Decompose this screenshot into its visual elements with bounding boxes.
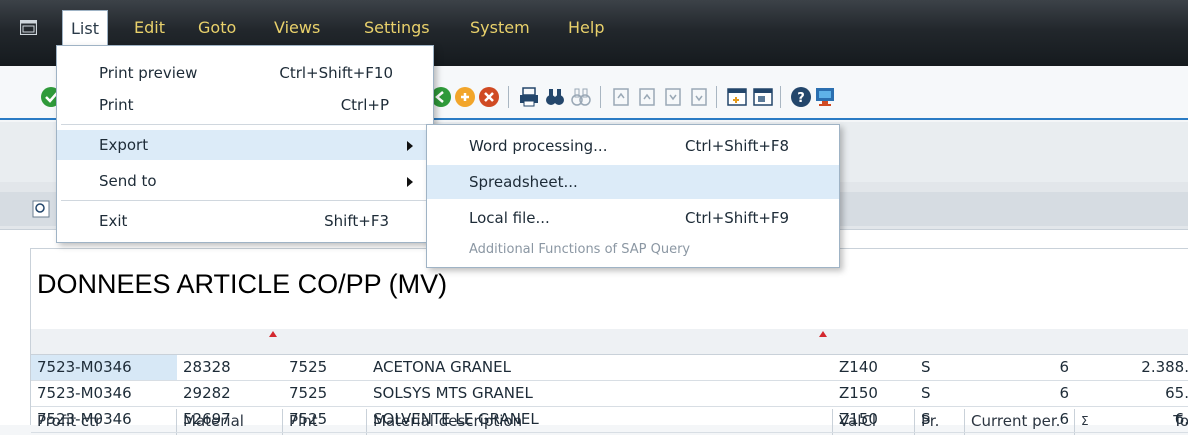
cell-total[interactable]: 65. (1095, 381, 1188, 406)
submenu-item-shortcut: Ctrl+Shift+F9 (685, 209, 790, 227)
next-page-icon[interactable] (662, 86, 684, 108)
shortcut-icon[interactable] (752, 86, 774, 108)
table-row: 7523-M0346 28328 7525 ACETONA GRANEL Z14… (31, 355, 1188, 381)
cell-total[interactable]: 2.388. (1095, 355, 1188, 380)
menu-help[interactable]: Help (560, 10, 612, 46)
menu-item-label: Exit (99, 212, 128, 230)
cell-valcl[interactable]: Z150 (833, 381, 915, 406)
submenu-item-spreadsheet[interactable]: Spreadsheet... (427, 165, 839, 199)
menu-item-print[interactable]: Print Ctrl+P (57, 90, 433, 120)
submenu-item-additional-functions: Additional Functions of SAP Query (427, 233, 839, 267)
menu-item-label: Send to (99, 172, 157, 190)
cell-valcl[interactable]: Z140 (833, 355, 915, 380)
first-page-icon[interactable] (610, 86, 632, 108)
last-page-icon[interactable] (688, 86, 710, 108)
cell-material-description[interactable]: ACETONA GRANEL (367, 355, 833, 380)
menu-item-send-to[interactable]: Send to (57, 166, 433, 196)
cell-material[interactable]: 52697 (177, 407, 283, 432)
submenu-item-label: Additional Functions of SAP Query (469, 242, 691, 257)
cell-material-description[interactable]: SOLSYS MTS GRANEL (367, 381, 833, 406)
menu-system[interactable]: System (462, 10, 538, 46)
submenu-item-label: Spreadsheet... (469, 173, 578, 191)
menu-item-shortcut: Shift+F3 (324, 212, 389, 230)
report-title: DONNEES ARTICLE CO/PP (MV) (37, 269, 448, 299)
menu-item-label: Print preview (99, 64, 198, 82)
cell-current-per[interactable]: 6 (965, 381, 1075, 406)
cell-plnt[interactable]: 7525 (283, 381, 367, 406)
previous-page-icon[interactable] (636, 86, 658, 108)
cell-current-per[interactable]: 6 (965, 355, 1075, 380)
menu-item-shortcut: Ctrl+Shift+F10 (279, 64, 393, 82)
sort-indicator (269, 331, 277, 337)
report-grid: DONNEES ARTICLE CO/PP (MV) Profit ctr Ma… (30, 248, 1188, 435)
cell-pr[interactable]: S (915, 381, 965, 406)
create-session-icon[interactable] (726, 86, 748, 108)
help-icon[interactable]: ? (790, 86, 812, 108)
cell-pr[interactable]: S (915, 355, 965, 380)
submenu-item-label: Local file... (469, 209, 550, 227)
submenu-item-local-file[interactable]: Local file... Ctrl+Shift+F9 (427, 201, 839, 235)
system-menu-icon[interactable] (20, 20, 37, 35)
menu-item-shortcut: Ctrl+P (340, 96, 389, 114)
cell-total[interactable]: 6. (1095, 407, 1188, 432)
submenu-arrow-icon (407, 141, 413, 151)
cancel-icon[interactable] (478, 86, 500, 108)
menu-settings[interactable]: Settings (356, 10, 438, 46)
print-icon[interactable] (518, 86, 540, 108)
cell-pr[interactable]: S (915, 407, 965, 432)
cell-profit-ctr[interactable]: 7523-M0346 (31, 381, 177, 406)
submenu-item-label: Word processing... (469, 137, 608, 155)
find-icon[interactable] (544, 86, 566, 108)
export-submenu: Word processing... Ctrl+Shift+F8 Spreads… (426, 124, 840, 268)
menu-list[interactable]: List (62, 10, 108, 46)
list-dropdown-menu: Print preview Ctrl+Shift+F10 Print Ctrl+… (56, 45, 434, 243)
cell-material[interactable]: 28328 (177, 355, 283, 380)
cell-material[interactable]: 29282 (177, 381, 283, 406)
menu-item-label: Print (99, 96, 134, 114)
menu-item-print-preview[interactable]: Print preview Ctrl+Shift+F10 (57, 58, 433, 88)
table-row: 7523-M0346 29282 7525 SOLSYS MTS GRANEL … (31, 381, 1188, 407)
cell-valcl[interactable]: Z150 (833, 407, 915, 432)
table-header: Profit ctr Material Plnt Material descri… (31, 329, 1188, 435)
svg-text:?: ? (797, 91, 805, 106)
menu-goto[interactable]: Goto (190, 10, 244, 46)
menu-item-label: Export (99, 136, 149, 154)
menu-edit[interactable]: Edit (126, 10, 173, 46)
menu-item-export[interactable]: Export (57, 130, 433, 160)
submenu-item-word-processing[interactable]: Word processing... Ctrl+Shift+F8 (427, 129, 839, 163)
cell-current-per[interactable]: 6 (965, 407, 1075, 432)
find-next-icon[interactable] (570, 86, 592, 108)
submenu-arrow-icon (407, 177, 413, 187)
customize-layout-icon[interactable] (814, 86, 836, 108)
exit-icon[interactable] (454, 86, 476, 108)
sort-indicator (819, 331, 827, 337)
submenu-item-shortcut: Ctrl+Shift+F8 (685, 137, 790, 155)
menu-views[interactable]: Views (266, 10, 328, 46)
menu-item-exit[interactable]: Exit Shift+F3 (57, 206, 433, 236)
cell-plnt[interactable]: 7525 (283, 355, 367, 380)
cell-plnt[interactable]: 7525 (283, 407, 367, 432)
details-icon[interactable] (32, 200, 50, 218)
cell-material-description[interactable]: SOLVENTE LE GRANEL (367, 407, 833, 432)
cell-profit-ctr[interactable]: 7523-M0346 (31, 407, 177, 432)
cell-profit-ctr[interactable]: 7523-M0346 (31, 355, 177, 380)
table-row: 7523-M0346 52697 7525 SOLVENTE LE GRANEL… (31, 407, 1188, 433)
